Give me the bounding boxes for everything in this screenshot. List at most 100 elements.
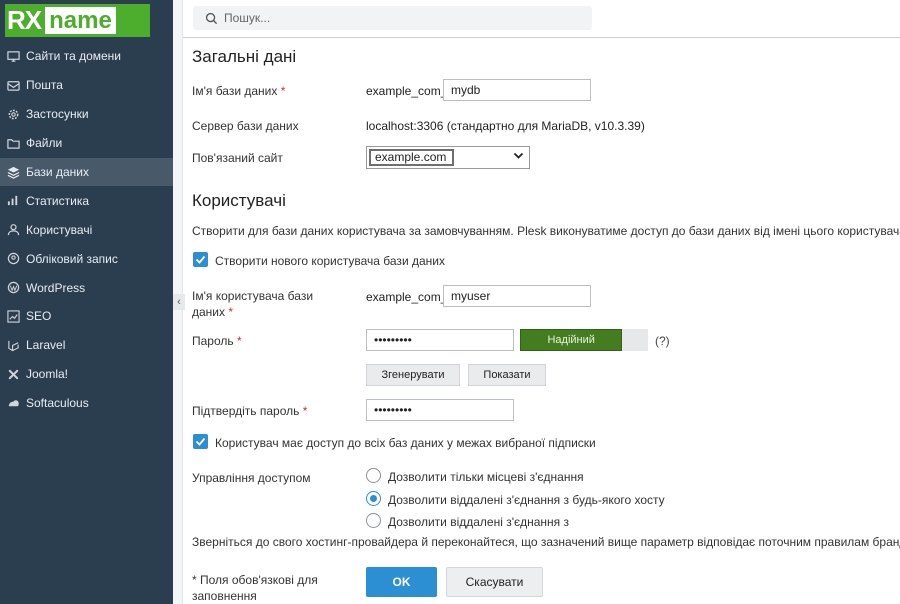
joomla-icon	[6, 367, 20, 381]
access-all-databases-label: Користувач має доступ до всіх баз даних …	[215, 436, 596, 450]
sidebar-item-joomla[interactable]: Joomla!	[0, 360, 173, 389]
access-remote-any-host-label: Дозволити віддалені з'єднання з будь-яко…	[388, 493, 665, 507]
checkmark-icon	[195, 437, 206, 446]
access-control-label: Управління доступом	[192, 471, 311, 485]
sidebar-item-users[interactable]: Користувачі	[0, 215, 173, 244]
db-name-label-text: Ім'я бази даних	[192, 84, 278, 98]
confirm-password-label: Підтвердіть пароль *	[192, 404, 307, 418]
brand-logo[interactable]: RX name	[5, 4, 150, 37]
wordpress-icon	[6, 281, 20, 295]
sidebar-item-label: Сайти та домени	[26, 49, 122, 64]
db-name-input[interactable]: mydb	[443, 79, 591, 101]
create-user-checkbox[interactable]	[193, 252, 208, 267]
sidebar-item-files[interactable]: Файли	[0, 129, 173, 158]
logo-rx: RX	[7, 5, 42, 35]
sidebar-item-label: Joomla!	[26, 367, 69, 382]
sidebar-item-databases[interactable]: Бази даних	[0, 157, 173, 187]
access-local-only-radio[interactable]	[366, 468, 381, 483]
checkmark-icon	[195, 255, 206, 264]
show-password-button[interactable]: Показати	[468, 364, 546, 386]
sidebar-item-seo[interactable]: SEO	[0, 302, 173, 331]
required-fields-note-line2: заповнення	[192, 589, 257, 603]
access-remote-from-label: Дозволити віддалені з'єднання з	[388, 515, 570, 529]
sidebar-item-label: Пошта	[26, 78, 63, 93]
confirm-password-label-text: Підтвердіть пароль	[192, 404, 300, 418]
header-divider	[183, 37, 900, 38]
sidebar-item-label: Softaculous	[26, 396, 89, 411]
sidebar-item-label: WordPress	[26, 280, 86, 295]
sidebar-item-laravel[interactable]: Laravel	[0, 331, 173, 360]
db-server-label: Сервер бази даних	[192, 119, 299, 133]
gear-icon	[6, 107, 20, 121]
sidebar-item-label: SEO	[26, 309, 52, 324]
hosting-provider-note: Зверніться до свого хостинг-провайдера й…	[192, 535, 900, 549]
sidebar-item-label: Laravel	[26, 338, 66, 353]
access-remote-any-host-radio[interactable]	[366, 491, 381, 506]
sidebar-item-label: Статистика	[26, 193, 90, 208]
folder-icon	[6, 136, 20, 150]
sidebar-item-softaculous[interactable]: Softaculous	[0, 389, 173, 418]
required-mark: *	[280, 84, 286, 98]
cancel-button[interactable]: Скасувати	[446, 567, 543, 597]
sidebar-item-statistics[interactable]: Статистика	[0, 186, 173, 215]
sidebar-item-label: Користувачі	[26, 222, 93, 237]
sidebar-nav: Сайти та домени Пошта Застосунки Файли Б…	[0, 42, 173, 418]
password-help-link[interactable]: (?)	[655, 334, 670, 348]
search-placeholder: Пошук...	[224, 11, 271, 25]
section-title-users: Користувачі	[192, 191, 286, 210]
password-label: Пароль *	[192, 334, 242, 348]
db-name-label: Ім'я бази даних *	[192, 84, 285, 98]
database-icon	[6, 165, 20, 179]
access-local-only-label: Дозволити тільки місцеві з'єднання	[388, 470, 584, 484]
required-mark: *	[236, 334, 242, 348]
account-icon	[6, 252, 20, 266]
sidebar: RX name Сайти та домени Пошта Застосунки…	[0, 0, 173, 604]
search-input[interactable]: Пошук...	[193, 6, 592, 30]
ok-button[interactable]: OK	[366, 567, 437, 597]
username-input[interactable]: myuser	[443, 285, 591, 307]
sidebar-item-applications[interactable]: Застосунки	[0, 100, 173, 129]
confirm-password-input[interactable]: •••••••••	[366, 399, 514, 421]
create-user-label: Створити нового користувача бази даних	[215, 254, 445, 268]
password-strength-bar: Надійний	[520, 329, 623, 351]
chevron-down-icon	[513, 150, 524, 164]
access-remote-from-radio[interactable]	[366, 513, 381, 528]
sidebar-item-account[interactable]: Обліковий запис	[0, 244, 173, 273]
sidebar-item-label: Файли	[26, 136, 63, 151]
generate-password-button[interactable]: Згенерувати	[366, 364, 460, 386]
related-site-select[interactable]: example.com	[366, 146, 530, 169]
required-mark: *	[302, 404, 308, 418]
search-icon	[205, 12, 218, 24]
required-mark: *	[228, 305, 234, 319]
chart-icon	[6, 194, 20, 208]
username-label-line2: даних *	[192, 305, 233, 319]
sidebar-item-label: Бази даних	[26, 165, 89, 179]
sidebar-collapse-button[interactable]: ‹	[173, 294, 185, 310]
username-label-line1: Ім'я користувача бази	[192, 289, 314, 303]
username-label-line2-text: даних	[192, 305, 226, 319]
seo-icon	[6, 309, 20, 323]
sidebar-item-label: Обліковий запис	[26, 251, 118, 266]
sidebar-item-mail[interactable]: Пошта	[0, 71, 173, 100]
access-all-databases-checkbox[interactable]	[193, 434, 208, 449]
softaculous-icon	[6, 396, 20, 410]
mail-icon	[6, 78, 20, 92]
sidebar-item-label: Застосунки	[26, 107, 89, 122]
monitor-icon	[6, 49, 20, 63]
section-title-general: Загальні дані	[192, 47, 297, 66]
user-icon	[6, 223, 20, 237]
password-label-text: Пароль	[192, 334, 234, 348]
required-fields-note-line1: * Поля обов'язкові для	[192, 573, 318, 587]
username-prefix: example_com_	[366, 290, 448, 304]
password-input[interactable]: •••••••••	[366, 329, 514, 351]
password-strength-meter: Надійний	[520, 329, 648, 351]
related-site-selected-value: example.com	[369, 149, 454, 166]
logo-name: name	[45, 7, 116, 34]
db-server-value: localhost:3306 (стандартно для MariaDB, …	[366, 119, 645, 133]
db-name-prefix: example_com_	[366, 84, 448, 98]
sidebar-item-wordpress[interactable]: WordPress	[0, 273, 173, 302]
users-description: Створити для бази даних користувача за з…	[192, 224, 900, 238]
laravel-icon	[6, 338, 20, 352]
related-site-label: Пов'язаний сайт	[192, 151, 283, 165]
sidebar-item-sites-domains[interactable]: Сайти та домени	[0, 42, 173, 71]
